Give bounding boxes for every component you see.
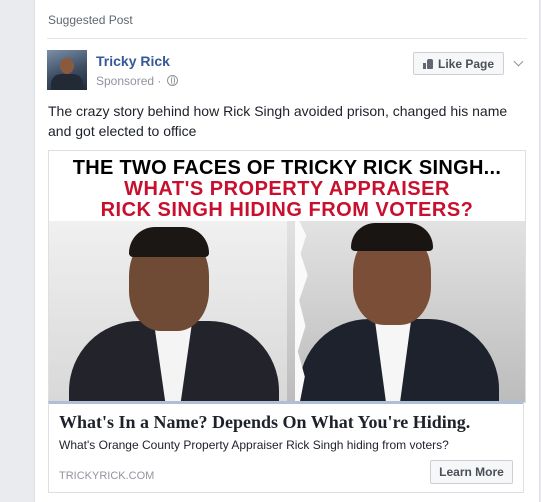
ad-link-preview[interactable]: What's In a Name? Depends On What You're… (48, 401, 524, 493)
page-avatar[interactable] (47, 50, 87, 90)
sponsored-label[interactable]: Sponsored (96, 74, 154, 88)
ad-headline-line2: WHAT'S PROPERTY APPRAISER (124, 178, 450, 200)
ad-image[interactable]: THE TWO FACES OF TRICKY RICK SINGH... WH… (48, 150, 526, 403)
sponsored-meta: Sponsored · (96, 74, 178, 88)
avatar-suit (51, 74, 83, 90)
suggested-post-card: Suggested Post Tricky Rick Sponsored · L… (34, 0, 540, 502)
avatar-head (60, 58, 74, 74)
like-page-label: Like Page (437, 56, 495, 71)
globe-icon (166, 75, 178, 86)
suggested-post-label: Suggested Post (48, 13, 133, 27)
ad-link-domain: TRICKYRICK.COM (59, 470, 155, 482)
ad-link-headline[interactable]: What's In a Name? Depends On What You're… (59, 412, 470, 433)
learn-more-button[interactable]: Learn More (430, 460, 513, 484)
post-text: The crazy story behind how Rick Singh av… (48, 103, 508, 139)
meta-separator: · (157, 74, 162, 88)
page-name-link[interactable]: Tricky Rick (96, 53, 170, 69)
chevron-down-icon[interactable] (513, 56, 524, 67)
ad-headline-line1: THE TWO FACES OF TRICKY RICK SINGH... (72, 157, 502, 179)
right-portrait-hair (351, 223, 433, 251)
header-divider (47, 38, 527, 39)
ad-headline-line3: RICK SINGH HIDING FROM VOTERS? (100, 199, 474, 221)
left-portrait-hair (129, 227, 209, 257)
like-page-button[interactable]: Like Page (413, 52, 504, 75)
thumbs-up-icon (422, 58, 433, 69)
ad-link-description: What's Orange County Property Appraiser … (59, 438, 449, 452)
